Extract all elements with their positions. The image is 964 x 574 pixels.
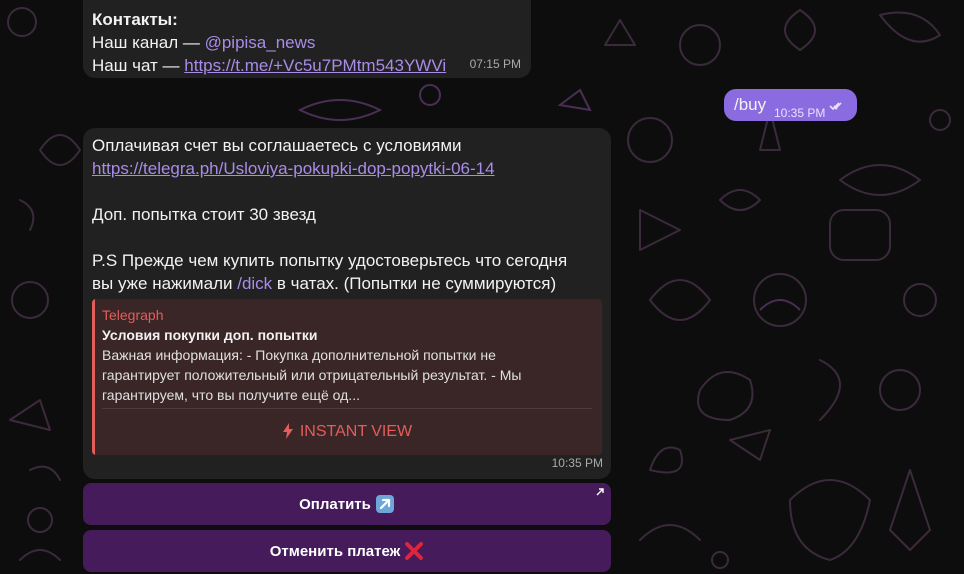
- chat-prefix: Наш чат —: [92, 56, 185, 75]
- message-contacts: Контакты: Наш канал — @pipisa_news Наш ч…: [83, 0, 531, 78]
- chat-line: Наш чат — https://t.me/+Vc5u7PMtm543YWVi: [92, 54, 521, 77]
- ps-line1: P.S Прежде чем купить попытку удостоверь…: [92, 251, 568, 270]
- preview-divider: [102, 408, 592, 409]
- channel-prefix: Наш канал —: [92, 33, 205, 52]
- preview-desc-line3: гарантируем, что вы получите ещё од...: [102, 387, 360, 403]
- preview-title: Условия покупки доп. попытки: [102, 327, 318, 343]
- message-time: 07:15 PM: [469, 57, 521, 71]
- pay-button[interactable]: Оплатить: [83, 483, 611, 525]
- instant-view-button[interactable]: INSTANT VIEW: [102, 411, 592, 451]
- preview-site-name: Telegraph: [102, 307, 164, 323]
- ps-line2: вы уже нажимали /dick в чатах. (Попытки …: [92, 272, 601, 295]
- cancel-label: Отменить платеж: [269, 542, 401, 560]
- message-outgoing-buy: /buy 10:35 PM: [724, 89, 857, 121]
- message-time: 10:35 PM: [551, 456, 603, 470]
- ps-line2-prefix: вы уже нажимали: [92, 274, 238, 293]
- outgoing-time: 10:35 PM: [774, 106, 826, 120]
- message-invoice: Оплачивая счет вы соглашаетесь с условия…: [83, 128, 611, 479]
- external-link-icon: [596, 488, 604, 496]
- contacts-heading: Контакты:: [92, 10, 178, 29]
- ps-line2-suffix: в чатах. (Попытки не суммируются): [272, 274, 557, 293]
- channel-mention-link[interactable]: @pipisa_news: [205, 33, 316, 52]
- cancel-payment-button[interactable]: Отменить платеж: [83, 530, 611, 572]
- channel-line: Наш канал — @pipisa_news: [92, 31, 521, 54]
- dick-command-link[interactable]: /dick: [237, 274, 272, 293]
- invoice-line1: Оплачивая счет вы соглашаетесь с условия…: [92, 136, 462, 155]
- preview-desc-line1: Важная информация: - Покупка дополнитель…: [102, 347, 496, 363]
- instant-view-label: INSTANT VIEW: [299, 422, 413, 440]
- pay-label: Оплатить: [299, 495, 371, 513]
- arrow-up-right-emoji-icon: [375, 494, 395, 514]
- chat-invite-link[interactable]: https://t.me/+Vc5u7PMtm543YWVi: [184, 56, 446, 75]
- link-preview[interactable]: Telegraph Условия покупки доп. попытки В…: [92, 299, 602, 455]
- cross-mark-emoji-icon: [404, 541, 424, 561]
- lightning-icon: [282, 423, 293, 439]
- double-check-icon: [829, 102, 842, 111]
- price-line: Доп. попытка стоит 30 звезд: [92, 205, 316, 224]
- terms-link[interactable]: https://telegra.ph/Usloviya-pokupki-dop-…: [92, 159, 495, 178]
- outgoing-text: /buy: [734, 95, 767, 114]
- preview-desc-line2: гарантирует положительный или отрицатель…: [102, 367, 522, 383]
